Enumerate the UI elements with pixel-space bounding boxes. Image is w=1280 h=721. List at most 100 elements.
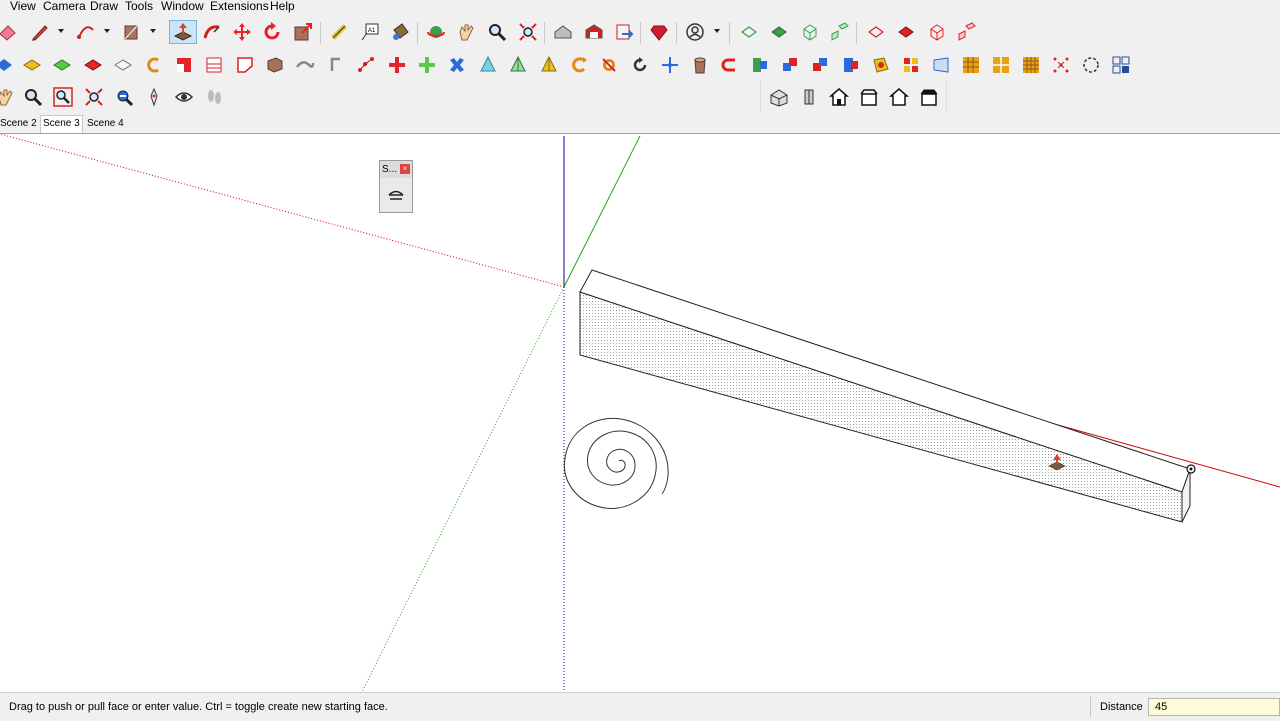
flip-icon[interactable]	[748, 53, 772, 77]
shape-dropdown-arrow[interactable]	[150, 29, 156, 33]
walk-hand-icon[interactable]	[0, 85, 18, 109]
tile-icon[interactable]	[929, 53, 953, 77]
menu-window[interactable]: Window	[161, 0, 204, 14]
menu-draw[interactable]: Draw	[90, 0, 118, 14]
crosshair-icon[interactable]	[628, 53, 652, 77]
model-canvas[interactable]	[0, 134, 1280, 692]
zoom-window-icon[interactable]	[51, 85, 75, 109]
add-icon[interactable]	[385, 53, 409, 77]
follow-me-icon[interactable]	[200, 20, 224, 44]
texture-icon[interactable]	[869, 53, 893, 77]
freehand-icon[interactable]	[263, 53, 287, 77]
select-icon[interactable]	[0, 53, 16, 77]
zoom3-icon[interactable]	[21, 85, 45, 109]
layers-icon[interactable]	[111, 53, 135, 77]
measurements-input[interactable]	[1148, 698, 1280, 716]
line-dropdown-arrow[interactable]	[58, 29, 64, 33]
push-pull-icon[interactable]	[169, 20, 197, 44]
tree-icon[interactable]	[476, 53, 500, 77]
spiral-curve[interactable]	[563, 417, 669, 509]
rotate-icon[interactable]	[260, 20, 284, 44]
top-view-icon[interactable]	[797, 85, 821, 109]
floating-panel-titlebar[interactable]: S... ×	[380, 161, 412, 178]
section-plane-icon[interactable]	[864, 20, 888, 44]
scene-tab-4[interactable]: Scene 4	[85, 116, 126, 132]
arc2-icon[interactable]	[141, 53, 165, 77]
cone-icon[interactable]	[445, 53, 469, 77]
text-icon[interactable]: A1	[358, 20, 382, 44]
menu-view[interactable]: View	[10, 0, 36, 14]
look-around-icon[interactable]	[172, 85, 196, 109]
circle-dots-icon[interactable]	[1079, 53, 1103, 77]
tile2-icon[interactable]	[989, 53, 1013, 77]
rectangle2-icon[interactable]	[172, 53, 196, 77]
layout-icon[interactable]	[1109, 53, 1133, 77]
back-view-icon[interactable]	[887, 85, 911, 109]
tape-measure-icon[interactable]	[327, 20, 351, 44]
tent-icon[interactable]	[506, 53, 530, 77]
curve-icon[interactable]	[324, 53, 348, 77]
polygon-icon[interactable]	[233, 53, 257, 77]
box-top-face[interactable]	[579, 269, 1191, 493]
style-xray-icon[interactable]	[737, 20, 761, 44]
zoom-extents2-icon[interactable]	[82, 85, 106, 109]
box-front-face[interactable]	[579, 291, 1183, 523]
split-icon[interactable]	[808, 53, 832, 77]
scale-icon[interactable]	[291, 20, 315, 44]
style-shaded-icon[interactable]	[828, 20, 852, 44]
gear-icon[interactable]	[597, 53, 621, 77]
orbit-icon[interactable]	[424, 20, 448, 44]
section-fill-icon[interactable]	[955, 20, 979, 44]
extrude-icon[interactable]	[839, 53, 863, 77]
eraser2-icon[interactable]	[81, 53, 105, 77]
account-icon[interactable]	[683, 20, 707, 44]
menu-help[interactable]: Help	[270, 0, 295, 14]
cross-icon[interactable]	[354, 53, 378, 77]
rectangle-icon[interactable]	[119, 20, 143, 44]
style-hidden-line-icon[interactable]	[798, 20, 822, 44]
scene-tab-3[interactable]: Scene 3	[40, 115, 83, 133]
menu-camera[interactable]: Camera	[43, 0, 86, 14]
loop-icon[interactable]	[537, 53, 561, 77]
move-icon[interactable]	[230, 20, 254, 44]
grid-icon[interactable]	[899, 53, 923, 77]
grid3-icon[interactable]	[1019, 53, 1043, 77]
pencil-line-icon[interactable]	[28, 20, 52, 44]
explode-icon[interactable]	[415, 53, 439, 77]
stair-tool-icon[interactable]	[385, 183, 407, 207]
points-icon[interactable]	[1049, 53, 1073, 77]
previous-view-icon[interactable]	[112, 85, 136, 109]
section-display-icon[interactable]	[894, 20, 918, 44]
account-dropdown-arrow[interactable]	[714, 29, 720, 33]
style-wireframe-icon[interactable]	[767, 20, 791, 44]
walk-icon[interactable]	[202, 85, 226, 109]
menu-extensions[interactable]: Extensions	[210, 0, 269, 14]
bucket-icon[interactable]	[567, 53, 591, 77]
iso-view-icon[interactable]	[767, 85, 791, 109]
menu-tools[interactable]: Tools	[125, 0, 153, 14]
extension-warehouse-icon[interactable]	[582, 20, 606, 44]
sandbox-icon[interactable]	[718, 53, 742, 77]
zoom-icon[interactable]	[485, 20, 509, 44]
left-view-icon[interactable]	[917, 85, 941, 109]
arc-icon[interactable]	[74, 20, 98, 44]
warehouse-icon[interactable]	[551, 20, 575, 44]
position-camera-icon[interactable]	[142, 85, 166, 109]
right-view-icon[interactable]	[857, 85, 881, 109]
cylinder-icon[interactable]	[658, 53, 682, 77]
magnet-icon[interactable]	[688, 53, 712, 77]
section-cut-icon[interactable]	[925, 20, 949, 44]
arc-dropdown-arrow[interactable]	[104, 29, 110, 33]
circle-icon[interactable]	[202, 53, 226, 77]
grid2-icon[interactable]	[959, 53, 983, 77]
drawing-viewport[interactable]: S... ×	[0, 134, 1280, 692]
paint-icon[interactable]	[50, 53, 74, 77]
front-view-icon[interactable]	[827, 85, 851, 109]
mirror-icon[interactable]	[778, 53, 802, 77]
send-to-layout-icon[interactable]	[612, 20, 636, 44]
make-component-icon[interactable]	[20, 53, 44, 77]
close-icon[interactable]: ×	[400, 164, 410, 174]
paint-bucket-icon[interactable]	[388, 20, 412, 44]
eraser-icon[interactable]	[0, 20, 20, 44]
ruby-console-icon[interactable]	[647, 20, 671, 44]
